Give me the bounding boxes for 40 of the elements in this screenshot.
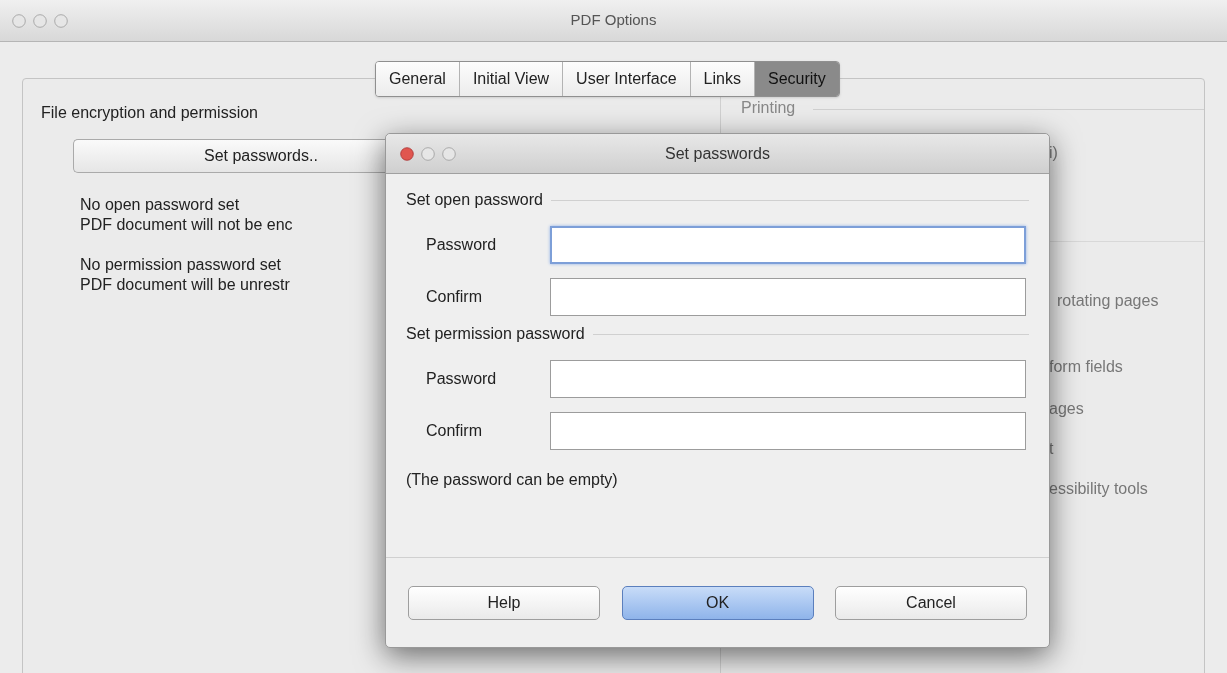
option-label: rotating pages (1057, 291, 1159, 311)
status-text: PDF document will be unrestr (80, 275, 290, 295)
tab[interactable]: Initial View (459, 62, 564, 96)
status-text: PDF document will not be enc (80, 215, 293, 235)
dialog-button[interactable]: Cancel (835, 585, 1027, 620)
dialog-button[interactable]: OK (621, 585, 814, 620)
password-field[interactable] (550, 412, 1026, 450)
field-label: Confirm (425, 287, 483, 307)
tab[interactable]: Security (754, 62, 839, 96)
section-heading: Printing (741, 99, 796, 117)
password-field[interactable] (550, 278, 1026, 316)
option-label: i) (1049, 143, 1058, 163)
window-control-icon[interactable] (12, 13, 26, 28)
section-heading: File encryption and permission (41, 103, 259, 123)
status-text: No permission password set (80, 255, 281, 275)
option-label: essibility tools (1049, 479, 1148, 499)
window-control-icon[interactable] (442, 146, 456, 161)
tab[interactable]: General (376, 62, 460, 96)
dialog-title: Set passwords (665, 143, 770, 164)
group-heading: Set permission password (406, 324, 585, 344)
field-label: Confirm (425, 421, 483, 441)
field-label: Password (425, 369, 498, 389)
window-control-icon[interactable] (33, 13, 47, 28)
window-title: PDF Options (570, 10, 657, 31)
status-text: No open password set (80, 195, 240, 215)
set-passwords-button[interactable]: Set passwords.. (73, 139, 385, 173)
option-label: ages (1049, 399, 1084, 419)
window-control-icon[interactable] (54, 13, 68, 28)
tab[interactable]: User Interface (563, 62, 691, 96)
password-field[interactable] (550, 360, 1026, 398)
password-field[interactable] (550, 226, 1026, 264)
field-label: Password (425, 235, 498, 255)
tab[interactable]: Links (690, 62, 755, 96)
dialog-button[interactable]: Help (408, 585, 600, 620)
group-heading: Set open password (406, 190, 543, 210)
option-label: form fields (1049, 357, 1123, 377)
hint-text: (The password can be empty) (406, 470, 619, 490)
close-icon[interactable] (400, 146, 414, 161)
option-label: t (1049, 439, 1054, 459)
window-control-icon[interactable] (421, 146, 435, 161)
